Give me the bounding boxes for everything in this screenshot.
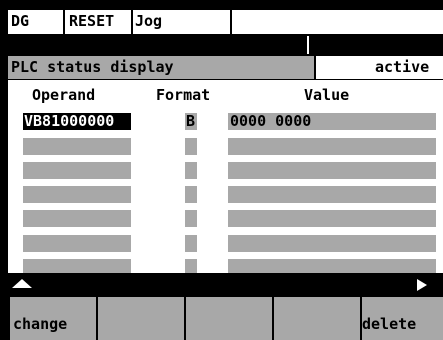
operand-cell[interactable] [23, 235, 131, 252]
value-cell[interactable] [228, 259, 436, 273]
channel-status: RESET [69, 12, 115, 30]
header-divider [63, 10, 65, 34]
format-value: B [186, 112, 196, 130]
value-cell[interactable] [228, 186, 436, 203]
format-cell[interactable] [185, 162, 197, 179]
navigation-strip [8, 276, 443, 294]
softkey-change-label: change [13, 315, 68, 333]
value-text: 0000 0000 [230, 112, 312, 130]
operand-cell[interactable] [23, 138, 131, 155]
strip-divider [307, 36, 309, 54]
column-header-value: Value [304, 86, 350, 104]
softkey-4[interactable] [274, 297, 360, 340]
operand-cell[interactable] [23, 259, 131, 273]
value-cell[interactable] [228, 138, 436, 155]
operating-mode: Jog [135, 12, 163, 30]
value-cell[interactable] [228, 210, 436, 227]
triangle-right-icon[interactable] [417, 279, 427, 291]
column-header-operand: Operand [32, 86, 96, 104]
format-cell[interactable] [185, 210, 197, 227]
format-cell[interactable] [185, 259, 197, 273]
operand-cell[interactable] [23, 186, 131, 203]
column-header-format: Format [156, 86, 211, 104]
softkey-2[interactable] [98, 297, 184, 340]
state-label: active [375, 58, 430, 76]
operand-cell[interactable] [23, 162, 131, 179]
value-cell[interactable] [228, 162, 436, 179]
operand-value: VB81000000 [24, 112, 115, 130]
softkey-delete-label: delete [362, 315, 417, 333]
screen-title: PLC status display [11, 58, 174, 76]
operand-cell[interactable] [23, 210, 131, 227]
format-cell[interactable] [185, 235, 197, 252]
triangle-up-icon[interactable] [12, 279, 32, 289]
format-cell[interactable] [185, 138, 197, 155]
header-divider [230, 10, 232, 34]
header-divider [131, 10, 133, 34]
softkey-3[interactable] [186, 297, 272, 340]
area-label: DG [11, 12, 30, 30]
value-cell[interactable] [228, 235, 436, 252]
format-cell[interactable] [185, 186, 197, 203]
